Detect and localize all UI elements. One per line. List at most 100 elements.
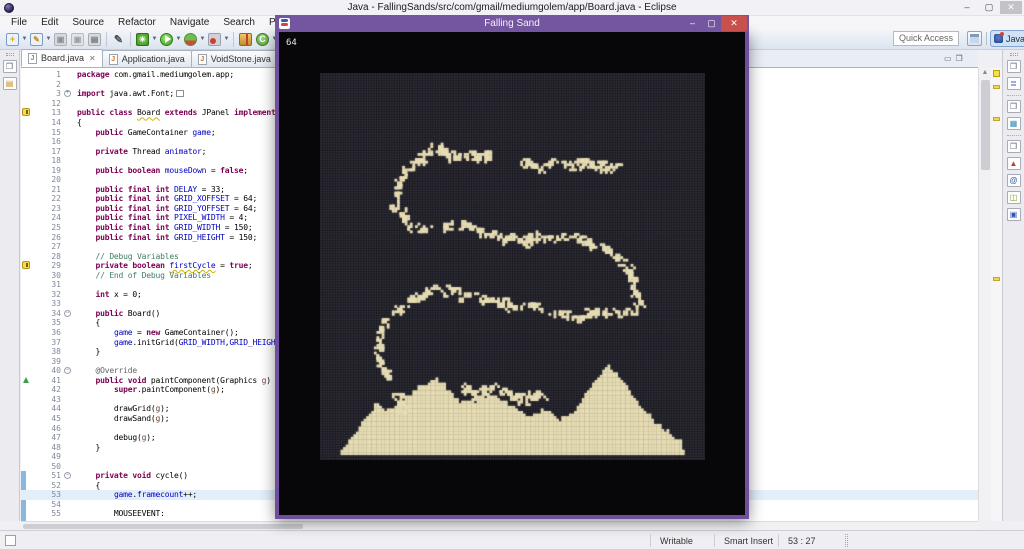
code-text[interactable]: debug(g);	[77, 433, 156, 442]
code-text[interactable]: public void paintComponent(Graphics g) {	[77, 376, 280, 385]
window-minimize-button[interactable]: –	[956, 1, 978, 14]
code-text[interactable]: int x = 0;	[77, 290, 141, 299]
gutter-margin[interactable]	[21, 481, 32, 491]
gutter-margin[interactable]	[21, 213, 32, 223]
open-perspective-icon[interactable]	[967, 31, 982, 46]
toolbar-new-class-icon[interactable]: C	[255, 32, 270, 47]
game-titlebar[interactable]: Falling Sand – ▢ ✕	[275, 15, 749, 32]
gutter-margin[interactable]	[21, 89, 32, 99]
dropdown-arrow-icon[interactable]: ▼	[223, 32, 230, 47]
game-close-button[interactable]: ✕	[721, 16, 747, 31]
gutter-margin[interactable]	[21, 242, 32, 252]
tab-voidstone-java[interactable]: J VoidStone.java	[190, 50, 278, 67]
menu-source[interactable]: Source	[65, 17, 111, 28]
toolbar-new-wizard-icon[interactable]: +	[5, 32, 20, 47]
overview-ruler[interactable]	[991, 68, 1002, 521]
gutter-margin[interactable]	[21, 185, 32, 195]
restore-view-icon[interactable]: ❐	[1006, 140, 1021, 153]
gutter-margin[interactable]	[21, 309, 32, 319]
code-text[interactable]: }	[77, 443, 100, 452]
fold-expand-icon[interactable]: +	[64, 90, 71, 98]
toolbar-external-tools-icon[interactable]	[207, 32, 222, 47]
gutter-margin[interactable]	[21, 146, 32, 156]
code-text[interactable]: private void cycle()	[77, 471, 188, 480]
gutter-margin[interactable]	[21, 328, 32, 338]
gutter-margin[interactable]	[21, 461, 32, 471]
scroll-up-icon[interactable]: ▲	[979, 68, 991, 78]
toolbar-new-java-element-icon[interactable]: ✎	[29, 32, 44, 47]
dropdown-arrow-icon[interactable]: ▼	[21, 32, 28, 47]
gutter-margin[interactable]	[21, 452, 32, 462]
declaration-icon[interactable]: ◫	[1006, 191, 1021, 204]
code-text[interactable]: public boolean mouseDown = false;	[77, 166, 248, 175]
code-text[interactable]: @Override	[77, 366, 137, 375]
code-text[interactable]: private boolean firstCycle = true;	[77, 261, 252, 270]
warning-icon[interactable]	[22, 108, 30, 117]
editor-vertical-scrollbar[interactable]: ▲	[978, 68, 991, 521]
menu-search[interactable]: Search	[216, 17, 262, 28]
tab-application-java[interactable]: J Application.java	[101, 50, 192, 67]
gutter-margin[interactable]	[21, 127, 32, 137]
gutter-margin[interactable]	[21, 442, 32, 452]
problems-icon[interactable]: ▲	[1006, 157, 1021, 170]
toolbar-print-icon[interactable]: ▤	[87, 32, 102, 47]
fold-margin[interactable]: −	[64, 367, 77, 375]
gutter-margin[interactable]	[21, 280, 32, 290]
warning-icon[interactable]	[22, 260, 30, 269]
javadoc-icon[interactable]: @	[1006, 174, 1021, 187]
code-text[interactable]: public final int DELAY = 33;	[77, 185, 224, 194]
dropdown-arrow-icon[interactable]: ▼	[199, 32, 206, 47]
code-text[interactable]: public final int GRID_XOFFSET = 64;	[77, 194, 257, 203]
gutter-margin[interactable]	[21, 80, 32, 90]
editor-horizontal-scrollbar[interactable]	[21, 521, 978, 530]
restore-view-icon[interactable]: ❐	[1006, 100, 1021, 113]
horizontal-scroll-thumb[interactable]	[23, 524, 303, 529]
toolbar-save-all-icon[interactable]: ▣	[70, 32, 85, 47]
fold-collapse-icon[interactable]: −	[64, 472, 71, 480]
fold-collapse-icon[interactable]: −	[64, 367, 71, 375]
code-text[interactable]: public final int GRID_WIDTH = 150;	[77, 223, 252, 232]
gutter-margin[interactable]	[21, 433, 32, 443]
code-text[interactable]: game.framecount++;	[77, 490, 197, 499]
package-explorer-icon[interactable]: ▤	[2, 77, 17, 90]
gutter-margin[interactable]	[21, 395, 32, 405]
warning-marker[interactable]	[993, 117, 1000, 121]
code-text[interactable]: game = new GameContainer();	[77, 328, 239, 337]
gutter-margin[interactable]	[21, 471, 32, 481]
code-text[interactable]: }	[77, 347, 100, 356]
code-text[interactable]: {	[77, 318, 100, 327]
gutter-margin[interactable]	[21, 356, 32, 366]
gutter-margin[interactable]	[21, 347, 32, 357]
gutter-margin[interactable]	[21, 175, 32, 185]
toolbar-new-java-project-icon[interactable]	[238, 32, 253, 47]
gutter-margin[interactable]	[21, 118, 32, 128]
gutter-margin[interactable]	[21, 137, 32, 147]
window-close-button[interactable]: ✕	[1000, 1, 1022, 14]
ruler-summary-marker[interactable]	[993, 70, 1000, 77]
gutter-margin[interactable]	[21, 366, 32, 376]
code-text[interactable]: public Board()	[77, 309, 160, 318]
gutter-margin[interactable]	[21, 318, 32, 328]
gutter-margin[interactable]	[21, 423, 32, 433]
task-list-icon[interactable]: ▦	[1006, 117, 1021, 130]
gutter-margin[interactable]	[21, 108, 32, 118]
code-text[interactable]: package com.gmail.mediumgolem.app;	[77, 70, 234, 79]
code-text[interactable]: public final int PIXEL_WIDTH = 4;	[77, 213, 248, 222]
code-text[interactable]: {	[77, 118, 82, 127]
collapsed-region-icon[interactable]	[175, 90, 184, 98]
console-icon[interactable]: ▣	[1006, 208, 1021, 221]
code-text[interactable]: game.initGrid(GRID_WIDTH,GRID_HEIGHT);	[77, 338, 290, 347]
game-maximize-button[interactable]: ▢	[702, 16, 721, 31]
toolbar-run-icon[interactable]	[159, 32, 174, 47]
code-text[interactable]: drawGrid(g);	[77, 404, 170, 413]
code-text[interactable]: drawSand(g);	[77, 414, 170, 423]
restore-view-icon[interactable]: ❐	[2, 60, 17, 73]
sand-grid-canvas[interactable]	[320, 73, 705, 460]
gutter-margin[interactable]	[21, 99, 32, 109]
dropdown-arrow-icon[interactable]: ▼	[175, 32, 182, 47]
gutter-margin[interactable]	[21, 337, 32, 347]
menu-navigate[interactable]: Navigate	[163, 17, 216, 28]
toolbar-debug-icon[interactable]: ✳	[135, 32, 150, 47]
gutter-margin[interactable]	[21, 156, 32, 166]
gutter-margin[interactable]	[21, 194, 32, 204]
